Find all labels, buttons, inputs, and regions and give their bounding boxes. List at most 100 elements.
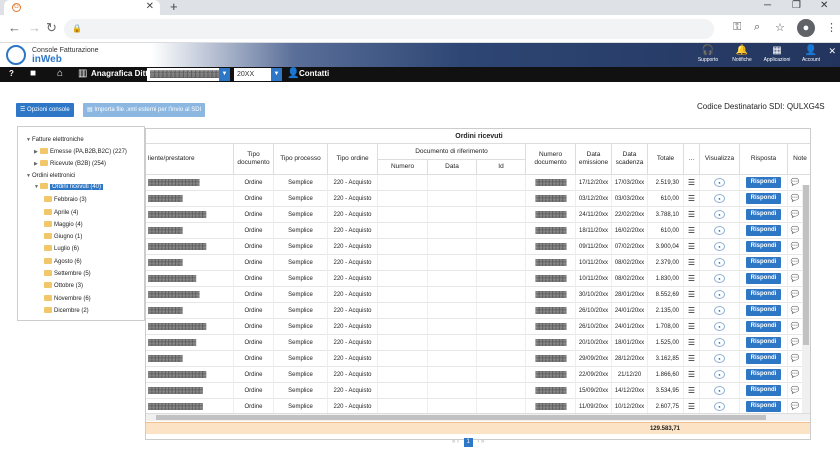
hamburger-icon[interactable]: ☰ <box>688 274 695 283</box>
rispondi-button[interactable]: Rispondi <box>745 256 782 268</box>
rispondi-button[interactable]: Rispondi <box>745 336 782 348</box>
pdf-icon[interactable]: ● <box>714 321 725 331</box>
header-visualizza[interactable]: Visualizza <box>700 144 740 175</box>
table-row[interactable]: ▓▓▓▓▓▓▓▓▓▓▓▓▓▓▓▓▓ Ordine Semplice 220 - Acq… <box>146 239 810 255</box>
comment-icon[interactable]: 💬 <box>791 211 800 218</box>
last-page-button[interactable]: » <box>481 439 484 445</box>
key-icon[interactable]: ⚿ <box>733 21 741 34</box>
star-icon[interactable]: ☆ <box>775 21 785 34</box>
table-row[interactable]: ▓▓▓▓▓▓▓▓▓▓▓▓▓▓▓▓ Ordine Semplice 220 - Acqu… <box>146 383 810 399</box>
year-select[interactable]: 20XX ▼ <box>234 68 282 81</box>
header-data-emissione[interactable]: Data emissione <box>576 144 612 175</box>
pdf-icon[interactable]: ● <box>714 257 725 267</box>
tree-month[interactable]: Luglio (6) <box>44 244 79 254</box>
hamburger-icon[interactable]: ☰ <box>688 338 695 347</box>
first-page-button[interactable]: « <box>452 439 455 445</box>
tree-ricevute[interactable]: ▶ Ricevute (B2B) (254) <box>34 159 106 169</box>
rispondi-button[interactable]: Rispondi <box>745 272 782 284</box>
horizontal-scroll-thumb[interactable] <box>156 415 766 420</box>
home-icon[interactable]: ⌂ <box>57 68 63 79</box>
header-data[interactable]: Data <box>428 160 477 175</box>
header-close-icon[interactable]: ✕ <box>828 46 836 57</box>
hamburger-icon[interactable]: ☰ <box>688 242 695 251</box>
tree-month[interactable]: Dicembre (2) <box>44 306 89 316</box>
table-row[interactable]: ▓▓▓▓▓▓▓▓▓▓▓▓▓▓▓▓▓ Ordine Semplice 220 - Acq… <box>146 367 810 383</box>
table-row[interactable]: ▓▓▓▓▓▓▓▓▓▓ Ordine Semplice 220 - Acquisto ▓▓… <box>146 351 810 367</box>
next-page-button[interactable]: › <box>477 439 479 445</box>
header-numero-documento[interactable]: Numero documento <box>526 144 576 175</box>
reload-icon[interactable]: ↻ <box>46 20 57 36</box>
table-row[interactable]: ▓▓▓▓▓▓▓▓▓▓ Ordine Semplice 220 - Acquisto ▓▓… <box>146 223 810 239</box>
hamburger-icon[interactable]: ☰ <box>688 210 695 219</box>
table-row[interactable]: ▓▓▓▓▓▓▓▓▓▓▓▓▓▓ Ordine Semplice 220 - Acquis… <box>146 271 810 287</box>
tree-month[interactable]: Agosto (6) <box>44 257 82 267</box>
back-icon[interactable]: ← <box>8 20 21 35</box>
table-row[interactable]: ▓▓▓▓▓▓▓▓▓▓ Ordine Semplice 220 - Acquisto ▓▓… <box>146 191 810 207</box>
pdf-icon[interactable]: ● <box>714 193 725 203</box>
rispondi-button[interactable]: Rispondi <box>745 368 782 380</box>
vertical-scroll-thumb[interactable] <box>803 185 809 345</box>
hamburger-icon[interactable]: ☰ <box>688 226 695 235</box>
window-close-icon[interactable]: ✕ <box>820 0 828 11</box>
tree-month[interactable]: Febbraio (3) <box>44 195 87 205</box>
table-row[interactable]: ▓▓▓▓▓▓▓▓▓▓▓▓▓▓▓▓▓ Ordine Semplice 220 - Acq… <box>146 319 810 335</box>
header-numero[interactable]: Numero <box>378 160 428 175</box>
pdf-icon[interactable]: ● <box>714 353 725 363</box>
browser-tab[interactable]: G ✕ <box>4 0 160 15</box>
rispondi-button[interactable]: Rispondi <box>745 400 782 412</box>
tree-month[interactable]: Aprile (4) <box>44 208 78 218</box>
header-account[interactable]: 👤 Account <box>789 45 833 63</box>
comment-icon[interactable]: 💬 <box>791 323 800 330</box>
comment-icon[interactable]: 💬 <box>791 339 800 346</box>
minimize-icon[interactable]: ─ <box>764 0 771 11</box>
pdf-icon[interactable]: ● <box>714 273 725 283</box>
browser-menu-icon[interactable]: ⋮ <box>826 21 837 34</box>
comment-icon[interactable]: 💬 <box>791 291 800 298</box>
hamburger-icon[interactable]: ☰ <box>688 194 695 203</box>
header-more[interactable]: ... <box>684 144 700 175</box>
pdf-icon[interactable]: ● <box>714 401 725 411</box>
hamburger-icon[interactable]: ☰ <box>688 322 695 331</box>
opzioni-console-button[interactable]: ☰ Opzioni console <box>16 103 74 117</box>
table-row[interactable]: ▓▓▓▓▓▓▓▓▓▓ Ordine Semplice 220 - Acquisto ▓▓… <box>146 255 810 271</box>
tree-fatture[interactable]: ▼Fatture elettroniche <box>26 135 84 145</box>
pdf-icon[interactable]: ● <box>714 337 725 347</box>
comment-icon[interactable]: 💬 <box>791 259 800 266</box>
rispondi-button[interactable]: Rispondi <box>745 320 782 332</box>
rispondi-button[interactable]: Rispondi <box>745 208 782 220</box>
table-row[interactable]: ▓▓▓▓▓▓▓▓▓▓▓▓▓▓▓▓▓ Ordine Semplice 220 - Acq… <box>146 207 810 223</box>
hamburger-icon[interactable]: ☰ <box>688 370 695 379</box>
comment-icon[interactable]: 💬 <box>791 387 800 394</box>
comment-icon[interactable]: 💬 <box>791 403 800 410</box>
comment-icon[interactable]: 💬 <box>791 371 800 378</box>
new-tab-icon[interactable]: + <box>170 0 178 14</box>
header-tipo-ordine[interactable]: Tipo ordine <box>328 144 378 175</box>
pdf-icon[interactable]: ● <box>714 209 725 219</box>
maximize-icon[interactable]: ❐ <box>792 0 801 11</box>
table-row[interactable]: ▓▓▓▓▓▓▓▓▓▓ Ordine Semplice 220 - Acquisto ▓▓… <box>146 303 810 319</box>
pdf-icon[interactable]: ● <box>714 225 725 235</box>
comment-icon[interactable]: 💬 <box>791 227 800 234</box>
pdf-icon[interactable]: ● <box>714 241 725 251</box>
table-row[interactable]: ▓▓▓▓▓▓▓▓▓▓▓▓▓▓ Ordine Semplice 220 - Acquis… <box>146 335 810 351</box>
profile-icon[interactable]: ● <box>797 19 815 37</box>
tree-month[interactable]: Ottobre (3) <box>44 281 83 291</box>
rispondi-button[interactable]: Rispondi <box>745 176 782 188</box>
table-row[interactable]: ▓▓▓▓▓▓▓▓▓▓▓▓▓▓▓ Ordine Semplice 220 - Acqui… <box>146 175 810 191</box>
hamburger-icon[interactable]: ☰ <box>688 306 695 315</box>
rispondi-button[interactable]: Rispondi <box>745 240 782 252</box>
comment-icon[interactable]: 💬 <box>791 355 800 362</box>
hamburger-icon[interactable]: ☰ <box>688 290 695 299</box>
page-1-button[interactable]: 1 <box>463 438 473 447</box>
tree-month[interactable]: Giugno (1) <box>44 232 82 242</box>
rispondi-button[interactable]: Rispondi <box>745 384 782 396</box>
hamburger-icon[interactable]: ☰ <box>688 386 695 395</box>
header-id[interactable]: Id <box>477 160 526 175</box>
forward-icon[interactable]: → <box>28 20 41 35</box>
tree-month[interactable]: Novembre (6) <box>44 294 91 304</box>
comment-icon[interactable]: 💬 <box>791 195 800 202</box>
vertical-scrollbar[interactable] <box>802 185 810 413</box>
header-tipo-documento[interactable]: Tipo documento <box>234 144 274 175</box>
table-row[interactable]: ▓▓▓▓▓▓▓▓▓▓▓▓▓▓▓ Ordine Semplice 220 - Acqui… <box>146 287 810 303</box>
header-note[interactable]: Note <box>788 144 810 175</box>
